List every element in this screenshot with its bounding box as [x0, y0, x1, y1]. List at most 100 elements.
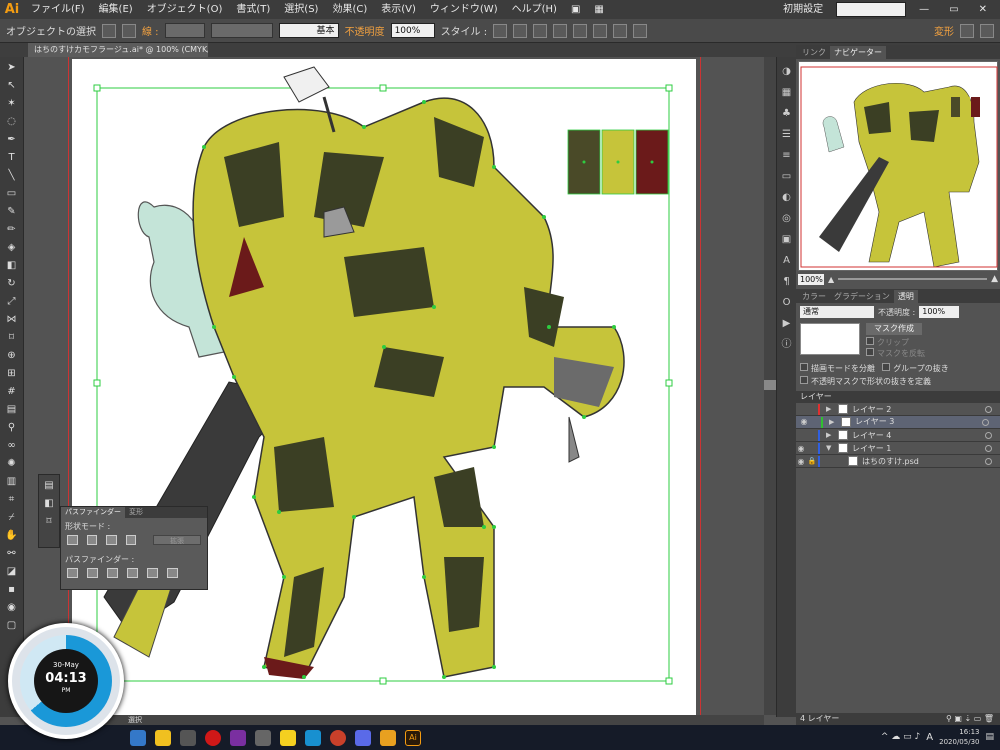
swatches-panel-icon[interactable]: ▦	[781, 87, 793, 99]
outline-icon[interactable]	[147, 568, 158, 578]
menu-help[interactable]: ヘルプ(H)	[505, 0, 564, 19]
color-panel-icon[interactable]: ◑	[781, 66, 793, 78]
shape-builder-tool-icon[interactable]: ⊕	[4, 347, 20, 363]
layer-row[interactable]: ▶ レイヤー 2	[796, 403, 1000, 416]
scrollbar-thumb[interactable]	[764, 380, 776, 390]
perspective-grid-tool-icon[interactable]: ⊞	[4, 365, 20, 381]
line-tool-icon[interactable]: ╲	[4, 167, 20, 183]
navigator-zoom-input[interactable]: 100%	[798, 273, 824, 285]
lasso-tool-icon[interactable]: ◌	[4, 113, 20, 129]
opacity-mask-checkbox[interactable]	[800, 376, 808, 384]
target-circle-icon[interactable]	[982, 418, 989, 426]
onenote-icon[interactable]	[230, 729, 246, 746]
target-circle-icon[interactable]	[985, 431, 992, 439]
align-panel-icon[interactable]: ▤	[41, 477, 57, 493]
arrange-documents-icon[interactable]: ▦	[587, 0, 610, 19]
zoom-tool-icon[interactable]: ⚯	[4, 545, 20, 561]
minus-back-icon[interactable]	[167, 568, 178, 578]
graphic-style-swatch[interactable]	[493, 23, 508, 38]
rotate-tool-icon[interactable]: ↻	[4, 275, 20, 291]
app-icon-6[interactable]	[255, 729, 271, 746]
eyedropper-tool-icon[interactable]: ⚲	[4, 419, 20, 435]
selection-tool-icon[interactable]: ➤	[4, 59, 20, 75]
fill-swatch[interactable]	[102, 23, 116, 38]
ime-indicator[interactable]: A	[926, 732, 933, 743]
scale-tool-icon[interactable]: ⤢	[4, 293, 20, 309]
stroke-label[interactable]: 線 :	[142, 23, 159, 38]
exclude-icon[interactable]	[125, 535, 137, 545]
file-explorer-icon[interactable]	[380, 729, 396, 746]
layer-row[interactable]: ◉ ▼ レイヤー 1	[796, 442, 1000, 455]
sticky-notes-icon[interactable]	[280, 729, 296, 746]
direct-selection-tool-icon[interactable]: ↖	[4, 77, 20, 93]
width-tool-icon[interactable]: ⋈	[4, 311, 20, 327]
variable-width-select[interactable]	[210, 23, 273, 38]
intersect-icon[interactable]	[106, 535, 117, 545]
graph-tool-icon[interactable]: ▥	[4, 473, 20, 489]
symbols-panel-icon[interactable]: ☰	[781, 129, 793, 141]
trim-icon[interactable]	[87, 568, 98, 578]
invert-mask-checkbox[interactable]	[866, 348, 874, 356]
expand-triangle-icon[interactable]: ▶	[826, 431, 834, 439]
zoom-in-icon[interactable]: ▲	[991, 274, 998, 284]
panel-opacity-input[interactable]: 100%	[919, 306, 960, 318]
align-middle-icon[interactable]	[613, 23, 628, 38]
opentype-panel-icon[interactable]: O	[781, 297, 793, 309]
transform-panel-icon[interactable]: ⌑	[41, 513, 57, 529]
app-icon-2[interactable]	[155, 729, 171, 746]
navigator-zoom-slider[interactable]	[838, 278, 988, 280]
notification-icon[interactable]: ▤	[985, 732, 994, 742]
align-left-icon[interactable]	[533, 23, 548, 38]
color-mode-icon[interactable]: ▪	[4, 581, 20, 597]
app-icon-1[interactable]	[130, 729, 146, 746]
magic-wand-tool-icon[interactable]: ✶	[4, 95, 20, 111]
layer-name[interactable]: レイヤー 2	[852, 404, 985, 415]
menu-type[interactable]: 書式(T)	[229, 0, 277, 19]
expand-triangle-icon[interactable]: ▶	[829, 416, 837, 428]
expand-triangle-icon[interactable]: ▶	[826, 405, 834, 413]
align-top-icon[interactable]	[593, 23, 608, 38]
navigator-preview[interactable]	[798, 61, 998, 271]
isolate-blending-checkbox[interactable]	[800, 363, 808, 371]
tab-gradient[interactable]: グラデーション	[830, 290, 894, 303]
panel-menu-icon[interactable]	[980, 23, 994, 38]
tab-navigator[interactable]: ナビゲーター	[830, 46, 886, 59]
menu-select[interactable]: 選択(S)	[277, 0, 325, 19]
free-transform-tool-icon[interactable]: ⌑	[4, 329, 20, 345]
opacity-input[interactable]: 100%	[390, 23, 435, 38]
menu-object[interactable]: オブジェクト(O)	[140, 0, 230, 19]
app-icon-9[interactable]	[330, 729, 346, 746]
eraser-tool-icon[interactable]: ◧	[4, 257, 20, 273]
bridge-icon[interactable]: ▣	[564, 0, 587, 19]
app-icon-8[interactable]	[305, 729, 321, 746]
appearance-panel-icon[interactable]: ◎	[781, 213, 793, 225]
paintbrush-tool-icon[interactable]: ✎	[4, 203, 20, 219]
menu-edit[interactable]: 編集(E)	[92, 0, 140, 19]
crop-icon[interactable]	[127, 568, 138, 578]
hand-tool-icon[interactable]: ✋	[4, 527, 20, 543]
stroke-swatch[interactable]	[122, 23, 136, 38]
layer-row[interactable]: ◉ ▶ レイヤー 3	[796, 416, 1000, 429]
layer-name[interactable]: レイヤー 4	[852, 430, 985, 441]
workspace-switcher[interactable]: 初期設定	[776, 0, 830, 19]
visibility-eye-icon[interactable]: ◉	[796, 444, 806, 453]
recolor-icon[interactable]	[513, 23, 528, 38]
align-right-icon[interactable]	[573, 23, 588, 38]
tab-pathfinder[interactable]: パスファインダー	[61, 507, 125, 518]
unite-icon[interactable]	[67, 535, 78, 545]
tab-transform[interactable]: 変形	[125, 507, 147, 518]
graphic-styles-panel-icon[interactable]: ▣	[781, 234, 793, 246]
isolate-icon[interactable]	[960, 23, 974, 38]
gradient-tool-icon[interactable]: ▤	[4, 401, 20, 417]
minimize-button[interactable]: —	[912, 0, 936, 19]
blend-tool-icon[interactable]: ∞	[4, 437, 20, 453]
slice-tool-icon[interactable]: ⌿	[4, 509, 20, 525]
visibility-eye-icon[interactable]: ◉	[799, 416, 809, 428]
status-tool[interactable]: 選択	[128, 715, 142, 725]
tab-color[interactable]: カラー	[798, 290, 830, 303]
minus-front-icon[interactable]	[86, 535, 98, 545]
character-panel-icon[interactable]: A	[781, 255, 793, 267]
layer-name[interactable]: レイヤー 1	[852, 443, 985, 454]
expand-triangle-icon[interactable]: ▼	[826, 444, 834, 452]
app-icon-3[interactable]	[180, 729, 196, 746]
